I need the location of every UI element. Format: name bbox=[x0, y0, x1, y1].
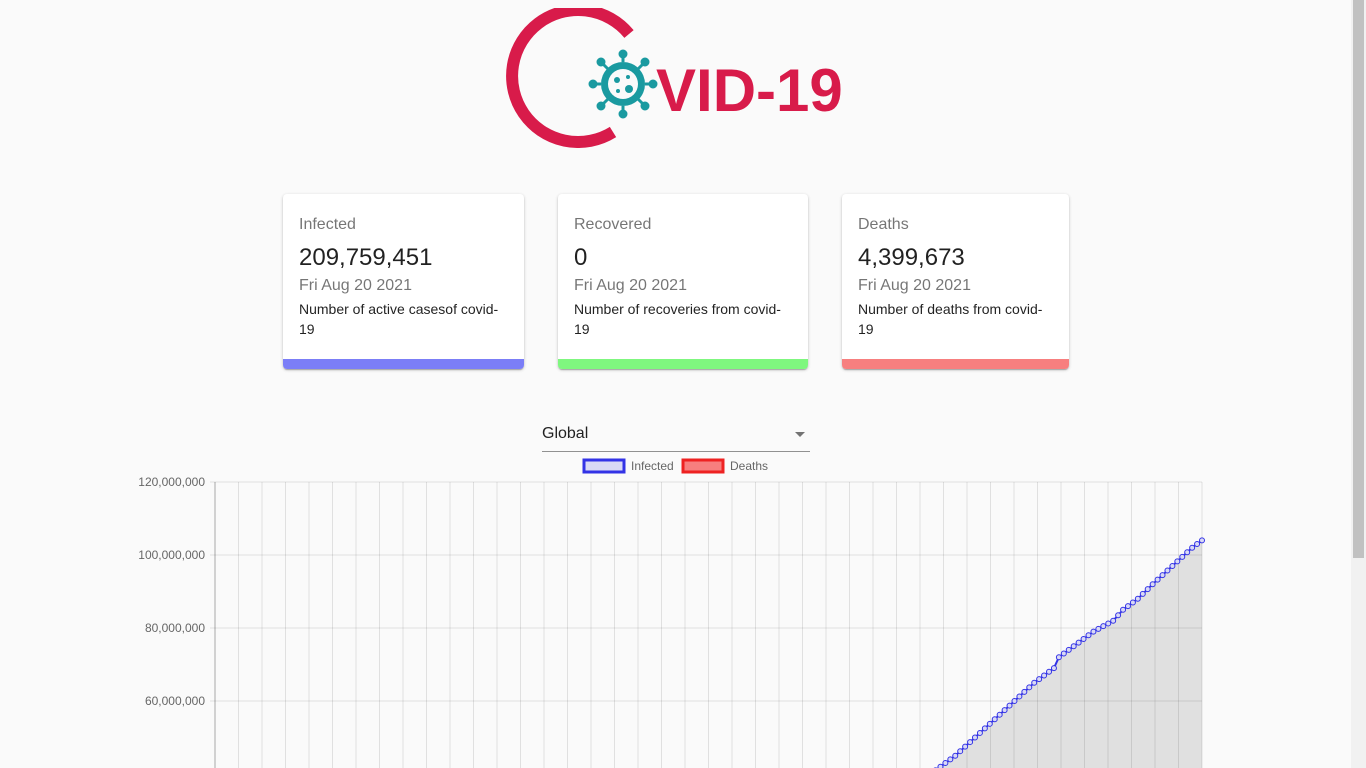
infected-point[interactable] bbox=[1075, 639, 1082, 646]
infected-point[interactable] bbox=[1090, 628, 1097, 635]
infected-point[interactable] bbox=[1189, 544, 1196, 551]
infected-point[interactable] bbox=[1174, 558, 1181, 565]
cases-line-chart: Infected Deaths 120,000,000 100,000,000 80,… bbox=[138, 458, 1205, 768]
infected-point[interactable] bbox=[947, 756, 954, 763]
country-select[interactable]: Global bbox=[542, 418, 810, 452]
logo-text: VID-19 bbox=[656, 57, 843, 124]
infected-point[interactable] bbox=[1065, 646, 1072, 653]
infected-point[interactable] bbox=[1149, 581, 1156, 588]
infected-card: Infected 209,759,451 Fri Aug 20 2021 Num… bbox=[283, 194, 524, 369]
infected-label: Infected bbox=[299, 216, 356, 233]
infected-point[interactable] bbox=[1070, 643, 1077, 650]
scrollbar[interactable] bbox=[1351, 0, 1366, 768]
infected-point[interactable] bbox=[1021, 688, 1028, 695]
infected-point[interactable] bbox=[1184, 549, 1191, 556]
infected-point[interactable] bbox=[1124, 603, 1131, 610]
infected-point[interactable] bbox=[1011, 698, 1018, 704]
infected-color-bar bbox=[283, 359, 524, 369]
y-tick-label: 100,000,000 bbox=[138, 548, 205, 562]
infected-point[interactable] bbox=[1001, 707, 1008, 714]
recovered-description: Number of recoveries from covid-19 bbox=[574, 301, 781, 337]
infected-point[interactable] bbox=[1095, 625, 1102, 632]
scrollbar-thumb[interactable] bbox=[1353, 0, 1364, 558]
infected-point[interactable] bbox=[1179, 553, 1186, 560]
deaths-description: Number of deaths from covid-19 bbox=[858, 301, 1043, 337]
y-tick-label: 80,000,000 bbox=[145, 621, 205, 635]
infected-point[interactable] bbox=[1154, 576, 1161, 583]
infected-point[interactable] bbox=[1105, 620, 1112, 627]
infected-point[interactable] bbox=[1144, 586, 1151, 593]
infected-point[interactable] bbox=[1080, 635, 1087, 642]
country-select-value: Global bbox=[542, 425, 589, 442]
deaths-color-bar bbox=[842, 359, 1069, 369]
infected-point[interactable] bbox=[1041, 672, 1048, 679]
infected-date: Fri Aug 20 2021 bbox=[299, 277, 412, 294]
recovered-label: Recovered bbox=[574, 216, 652, 233]
infected-point[interactable] bbox=[1031, 679, 1038, 686]
recovered-color-bar bbox=[558, 359, 808, 369]
infected-point[interactable] bbox=[1139, 590, 1146, 597]
page: VID-19 Infected 209,759,451 Fri Aug 20 2… bbox=[0, 0, 1351, 768]
infected-point[interactable] bbox=[1046, 668, 1053, 675]
chart-legend: Infected Deaths bbox=[582, 458, 768, 474]
y-axis-ticks: 120,000,000 100,000,000 80,000,000 60,000,0… bbox=[138, 475, 205, 708]
infected-point[interactable] bbox=[971, 734, 978, 741]
infected-point[interactable] bbox=[1194, 541, 1201, 548]
infected-point[interactable] bbox=[967, 739, 974, 746]
infected-point[interactable] bbox=[1050, 665, 1057, 672]
infected-point[interactable] bbox=[1085, 632, 1092, 639]
infected-point[interactable] bbox=[1164, 567, 1171, 574]
y-tick-label: 60,000,000 bbox=[145, 694, 205, 708]
infected-point[interactable] bbox=[1036, 676, 1043, 683]
infected-point[interactable] bbox=[1060, 650, 1067, 657]
infected-point[interactable] bbox=[981, 725, 988, 732]
recovered-count: 0 bbox=[574, 244, 588, 271]
chevron-down-icon[interactable] bbox=[795, 432, 805, 437]
infected-point[interactable] bbox=[1055, 654, 1062, 661]
infected-point[interactable] bbox=[1169, 562, 1176, 569]
infected-point[interactable] bbox=[986, 720, 993, 727]
infected-point[interactable] bbox=[1006, 702, 1013, 709]
infected-point[interactable] bbox=[1129, 599, 1136, 606]
infected-point[interactable] bbox=[1026, 684, 1033, 691]
virus-icon bbox=[588, 49, 658, 119]
legend-swatch-deaths[interactable] bbox=[681, 458, 725, 474]
deaths-label: Deaths bbox=[858, 216, 909, 233]
infected-point[interactable] bbox=[957, 748, 964, 755]
infected-point[interactable] bbox=[976, 729, 983, 736]
legend-label-infected[interactable]: Infected bbox=[631, 459, 674, 473]
infected-point[interactable] bbox=[1159, 572, 1166, 579]
recovered-card: Recovered 0 Fri Aug 20 2021 Number of re… bbox=[558, 194, 808, 369]
infected-point[interactable] bbox=[996, 711, 1003, 718]
y-tick-label: 120,000,000 bbox=[138, 475, 205, 489]
infected-point[interactable] bbox=[942, 760, 949, 767]
deaths-card: Deaths 4,399,673 Fri Aug 20 2021 Number … bbox=[842, 194, 1069, 369]
infected-point[interactable] bbox=[1134, 595, 1141, 602]
deaths-date: Fri Aug 20 2021 bbox=[858, 277, 971, 294]
infected-point[interactable] bbox=[1199, 537, 1205, 544]
legend-swatch-infected[interactable] bbox=[582, 458, 626, 474]
infected-point[interactable] bbox=[1110, 617, 1117, 624]
legend-label-deaths[interactable]: Deaths bbox=[730, 459, 768, 473]
infected-point[interactable] bbox=[952, 752, 959, 759]
infected-point[interactable] bbox=[962, 743, 969, 750]
infected-point[interactable] bbox=[937, 763, 944, 768]
infected-point[interactable] bbox=[1120, 606, 1127, 613]
infected-point[interactable] bbox=[1100, 623, 1107, 630]
chart-series bbox=[922, 537, 1205, 768]
covid-19-logo: VID-19 bbox=[506, 8, 843, 148]
deaths-count: 4,399,673 bbox=[858, 244, 965, 271]
infected-point[interactable] bbox=[1016, 693, 1023, 700]
infected-count: 209,759,451 bbox=[299, 244, 433, 271]
infected-point[interactable] bbox=[1115, 612, 1122, 619]
infected-description: Number of active casesof covid-19 bbox=[299, 301, 499, 337]
infected-point[interactable] bbox=[991, 716, 998, 723]
recovered-date: Fri Aug 20 2021 bbox=[574, 277, 687, 294]
